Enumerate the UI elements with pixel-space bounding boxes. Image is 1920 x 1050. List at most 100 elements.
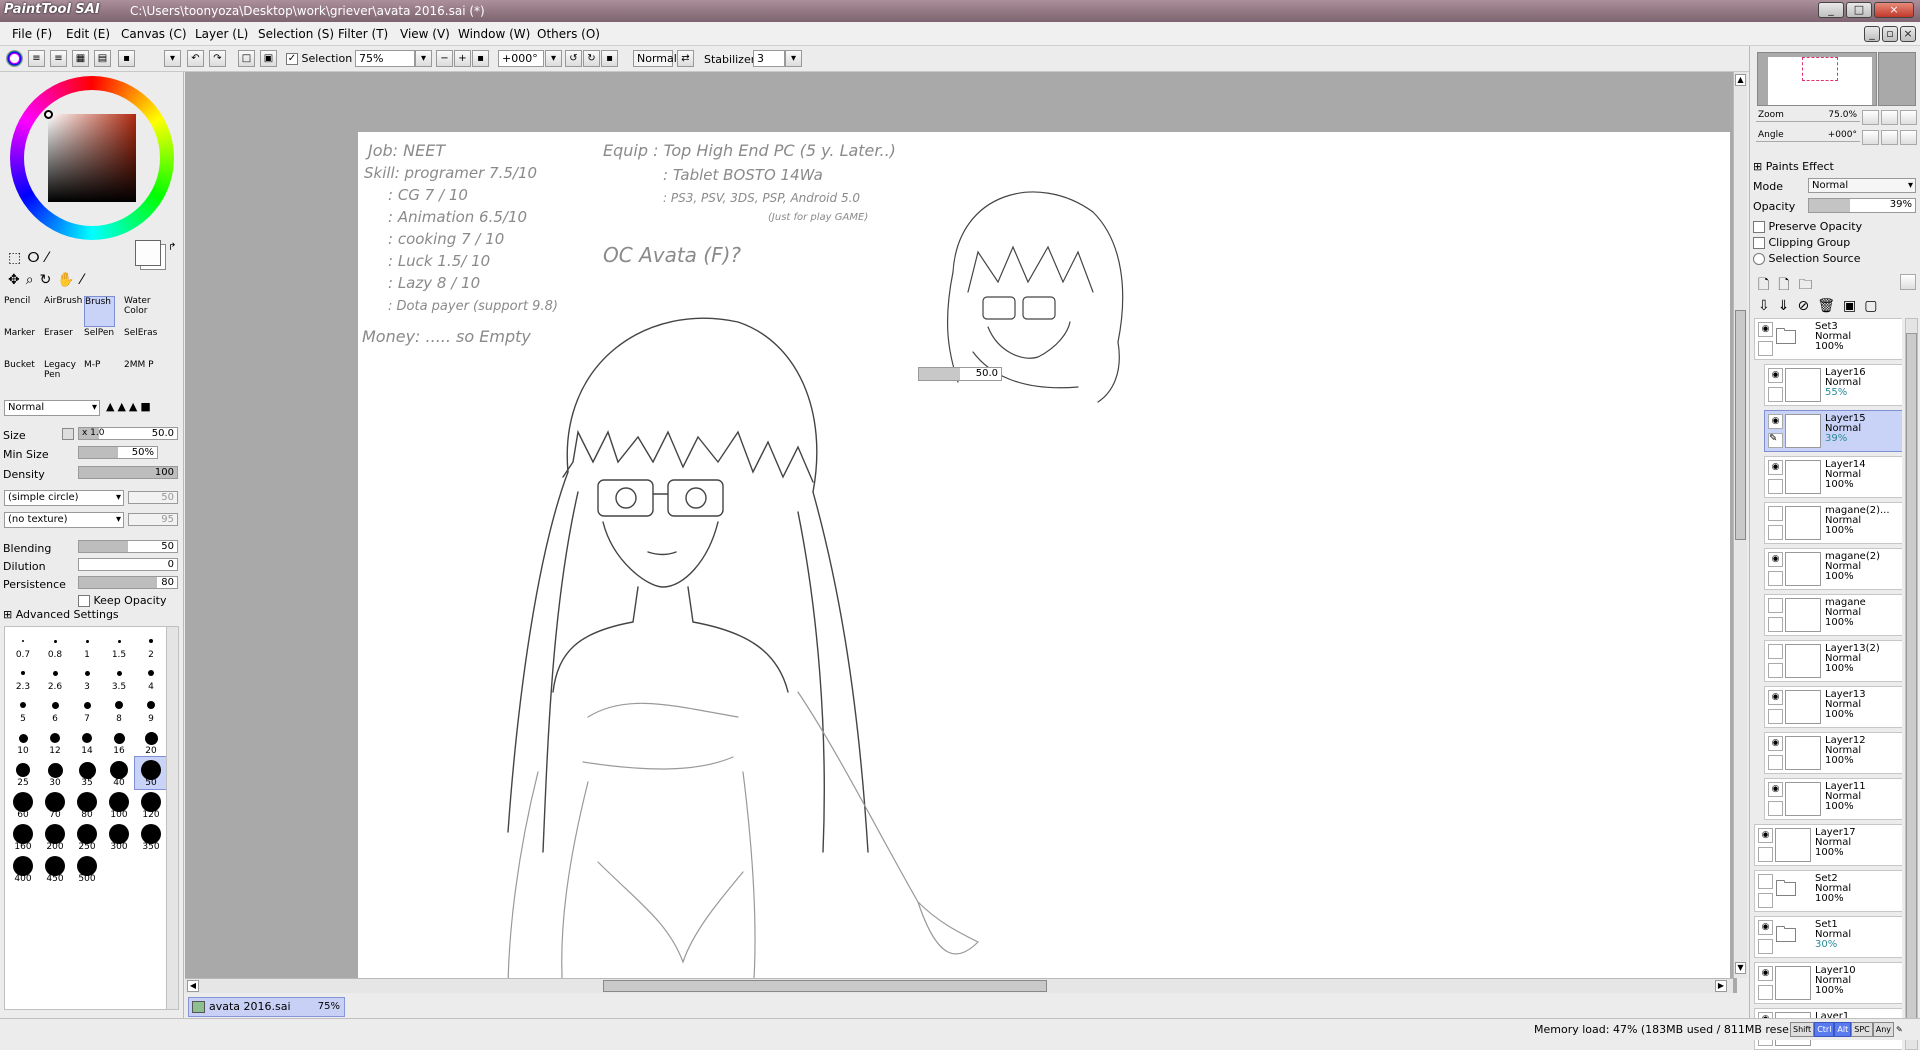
brush-shape-select[interactable]: (simple circle) ▾ [4, 490, 124, 506]
swatch-toggle-icon[interactable]: ▦ [72, 50, 89, 67]
new-linework-layer-icon[interactable]: 🗋 [1778, 277, 1798, 293]
navigator-toggle-icon[interactable]: ▪ [118, 50, 135, 67]
layer-lock-checkbox[interactable] [1768, 479, 1783, 494]
rotation-field[interactable]: +000° [498, 50, 544, 67]
menu-filter[interactable]: Filter (T) [338, 27, 388, 41]
layer-list-scroll-thumb[interactable] [1906, 333, 1917, 1023]
merge-down-icon[interactable]: ⇓ [1778, 298, 1798, 314]
brush-size-preset[interactable]: 20 [135, 725, 167, 757]
layer-item[interactable]: ◉ ✎ Layer15 Normal 39% [1764, 410, 1902, 452]
tool-watercolor[interactable]: Water Color [124, 296, 155, 327]
brush-texture-select[interactable]: (no texture) ▾ [4, 512, 124, 528]
nav-rotate-reset-icon[interactable] [1900, 130, 1917, 145]
brush-size-preset[interactable]: 350 [135, 821, 167, 853]
layer-lock-checkbox[interactable] [1758, 341, 1773, 356]
brush-size-preset[interactable]: 7 [71, 693, 103, 725]
layer-visibility-eye-icon[interactable]: ◉ [1768, 782, 1783, 797]
preserve-opacity-toggle[interactable]: Preserve Opacity [1753, 220, 1862, 233]
brush-size-preset[interactable]: 40 [103, 757, 135, 789]
layer-item[interactable]: ◉ magane(2) Normal 100% [1764, 548, 1902, 590]
nav-rotate-right-icon[interactable] [1881, 130, 1898, 145]
brush-size-preset[interactable]: 8 [103, 693, 135, 725]
brush-size-preset[interactable]: 35 [71, 757, 103, 789]
layer-item[interactable]: magane(2)... Normal 100% [1764, 502, 1902, 544]
maximize-button[interactable]: □ [1846, 2, 1872, 18]
foreground-color-swatch[interactable] [135, 240, 161, 266]
layer-item[interactable]: ◉ Layer13 Normal 100% [1764, 686, 1902, 728]
layer-lock-checkbox[interactable]: ✎ [1768, 433, 1783, 448]
canvas-area[interactable]: Job: NEET Skill: programer 7.5/10 : CG 7… [185, 72, 1737, 994]
mdi-minimize-button[interactable]: _ [1864, 26, 1880, 42]
brush-size-preset[interactable]: 2 [135, 629, 167, 661]
navigator-zoom-slider[interactable]: 75.0% [1756, 110, 1860, 122]
new-layer-icon[interactable]: 🗋 [1758, 277, 1778, 293]
selection-toggle[interactable]: ✓ Selection [286, 52, 352, 65]
layer-visibility-eye-icon[interactable]: ◉ [1768, 460, 1783, 475]
brush-size-preset[interactable]: 80 [71, 789, 103, 821]
layer-opacity-slider[interactable]: 39% [1808, 198, 1916, 213]
brush-size-preset[interactable]: 14 [71, 725, 103, 757]
layer-lock-checkbox[interactable] [1768, 755, 1783, 770]
panel-toggle-icon[interactable]: ▾ [164, 50, 181, 67]
dilution-slider[interactable]: 0 [78, 558, 178, 571]
brush-size-preset[interactable]: 0.7 [7, 629, 39, 661]
keep-opacity-checkbox[interactable] [78, 595, 90, 607]
redo-icon[interactable]: ↷ [209, 50, 226, 67]
persistence-slider[interactable]: 80 [78, 576, 178, 589]
rotate-right-icon[interactable]: ↻ [583, 50, 600, 67]
paints-effect-toggle[interactable]: ⊞ Paints Effect [1753, 160, 1834, 173]
menu-edit[interactable]: Edit (E) [66, 27, 110, 41]
layer-lock-checkbox[interactable] [1758, 893, 1773, 908]
navigator-preview[interactable] [1757, 52, 1877, 106]
invert-selection-icon[interactable]: ▣ [260, 50, 277, 67]
nav-zoom-reset-icon[interactable] [1900, 110, 1917, 125]
brush-size-preset[interactable]: 160 [7, 821, 39, 853]
canvas-vertical-scrollbar[interactable]: ▲ ▼ [1733, 72, 1747, 978]
blend-mode-field[interactable]: Normal [633, 50, 677, 67]
menu-file[interactable]: File (F) [12, 27, 52, 41]
layer-visibility-eye-icon[interactable]: ◉ [1758, 920, 1773, 935]
brush-size-preset[interactable]: 400 [7, 853, 39, 885]
layer-visibility-eye-icon[interactable] [1758, 874, 1773, 889]
brush-size-scrollbar[interactable] [166, 626, 179, 1010]
size-slider[interactable]: x 1.0 50.0 [78, 427, 178, 440]
keep-opacity-toggle[interactable]: Keep Opacity [78, 594, 167, 607]
nav-rotate-left-icon[interactable] [1862, 130, 1879, 145]
color-wheel-toggle-icon[interactable] [6, 50, 23, 67]
layer-visibility-eye-icon[interactable]: ◉ [1768, 368, 1783, 383]
tool-pencil[interactable]: Pencil [4, 296, 35, 327]
flip-icon[interactable]: ⇄ [677, 50, 694, 67]
layer-visibility-eye-icon[interactable]: ◉ [1768, 736, 1783, 751]
stabilizer-field[interactable]: 3 [753, 50, 785, 67]
tool-seleras[interactable]: SelEras [124, 328, 157, 359]
rotate-icon[interactable]: ↻ [40, 272, 58, 288]
layer-item[interactable]: ◉ 🗀 Set1 Normal 30% [1754, 916, 1902, 958]
canvas-horizontal-scrollbar[interactable]: ◀ ▶ [185, 978, 1733, 993]
color-picker-handle[interactable] [44, 110, 53, 119]
layer-visibility-eye-icon[interactable] [1768, 506, 1783, 521]
rotate-left-icon[interactable]: ↺ [565, 50, 582, 67]
layer-visibility-eye-icon[interactable]: ◉ [1768, 414, 1783, 429]
brush-size-preset[interactable]: 25 [7, 757, 39, 789]
zoom-out-icon[interactable]: − [436, 50, 453, 67]
hsv-slider-toggle-icon[interactable]: ≡ [28, 50, 45, 67]
menu-view[interactable]: View (V) [400, 27, 450, 41]
brush-size-preset[interactable]: 450 [39, 853, 71, 885]
menu-window[interactable]: Window (W) [458, 27, 530, 41]
rotate-reset-icon[interactable]: ▪ [601, 50, 618, 67]
tool-bucket[interactable]: Bucket [4, 360, 35, 391]
brush-size-preset[interactable]: 120 [135, 789, 167, 821]
brush-size-preset[interactable]: 0.8 [39, 629, 71, 661]
brush-texture-strength[interactable]: 95 [128, 513, 178, 526]
brush-size-preset[interactable]: 70 [39, 789, 71, 821]
close-button[interactable]: × [1874, 2, 1914, 18]
layer-item[interactable]: magane Normal 100% [1764, 594, 1902, 636]
rgb-slider-toggle-icon[interactable]: ≡ [50, 50, 67, 67]
brush-size-preset[interactable]: 5 [7, 693, 39, 725]
floating-size-slider[interactable]: 50.0 [918, 367, 1002, 381]
tool-brush[interactable]: Brush [84, 296, 115, 327]
min-size-slider[interactable]: 50% [78, 446, 158, 459]
brush-mode-select[interactable]: Normal ▾ [4, 400, 100, 416]
clear-layer-icon[interactable]: ⊘ [1797, 298, 1817, 314]
hand-icon[interactable]: ✋ [57, 272, 80, 288]
